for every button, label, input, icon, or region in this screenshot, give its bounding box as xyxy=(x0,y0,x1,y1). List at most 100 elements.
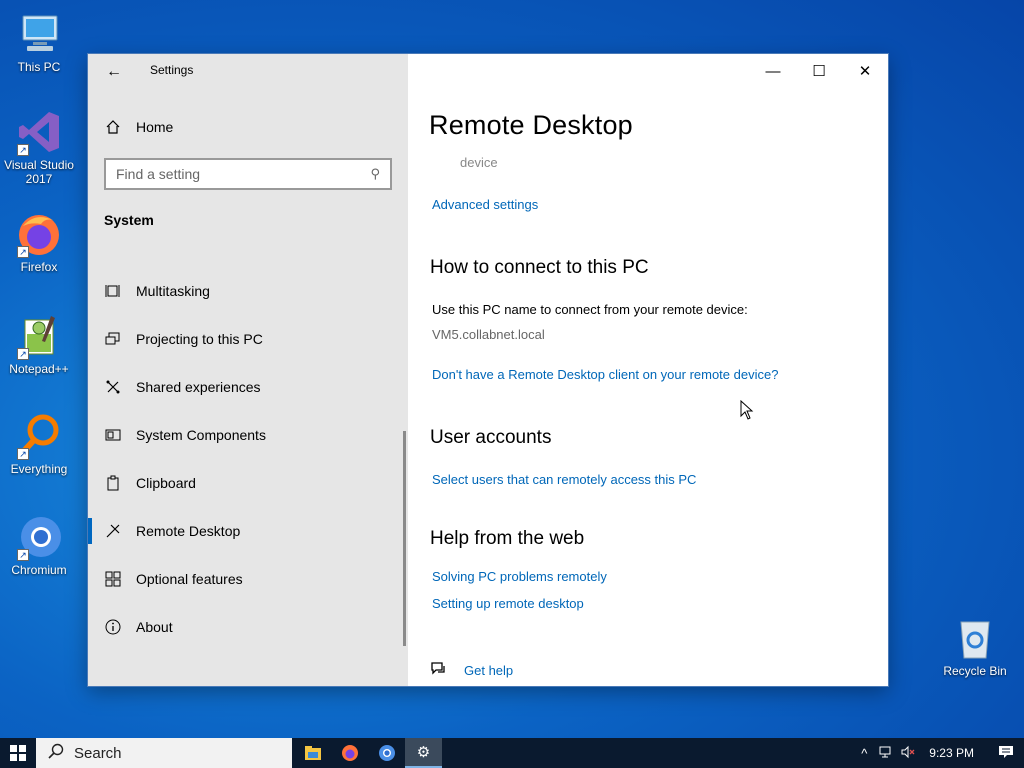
desktop-icon-recycle-bin[interactable]: Recycle Bin xyxy=(937,614,1013,678)
shortcut-arrow-icon: ↗ xyxy=(17,448,29,460)
remote-desktop-icon xyxy=(104,522,122,540)
minimize-button[interactable]: — xyxy=(750,56,796,86)
sidebar-item-label: Clipboard xyxy=(136,475,196,491)
nav-home-label: Home xyxy=(136,119,174,135)
network-icon[interactable] xyxy=(875,745,897,762)
sidebar-item-label: Projecting to this PC xyxy=(136,331,263,347)
selected-indicator xyxy=(88,518,92,544)
desktop-icon-chromium[interactable]: ↗ Chromium xyxy=(1,513,77,577)
taskbar-firefox[interactable] xyxy=(331,738,368,768)
settings-search-input[interactable]: Find a setting ⚲ xyxy=(104,158,392,190)
pc-name: VM5.collabnet.local xyxy=(432,327,545,342)
faded-text: device xyxy=(460,155,498,170)
taskbar: Search ⚙ ^ 9:23 PM xyxy=(0,738,1024,768)
desktop-icon-visual-studio[interactable]: ↗ Visual Studio 2017 xyxy=(1,108,77,186)
taskbar-chromium[interactable] xyxy=(368,738,405,768)
search-icon xyxy=(48,743,64,763)
connect-instruction: Use this PC name to connect from your re… xyxy=(432,302,748,317)
chevron-up-icon[interactable]: ^ xyxy=(853,746,875,761)
search-placeholder: Find a setting xyxy=(116,166,201,182)
sidebar-scrollbar[interactable] xyxy=(403,431,406,646)
desktop-icon-label: Everything xyxy=(10,462,68,476)
sidebar-item-label: System Components xyxy=(136,427,266,443)
visual-studio-icon: ↗ xyxy=(15,108,63,156)
sidebar-item-label: Remote Desktop xyxy=(136,523,241,539)
desktop-icon-notepad-plus-plus[interactable]: ↗ Notepad++ xyxy=(1,312,77,376)
select-users-link[interactable]: Select users that can remotely access th… xyxy=(432,472,696,487)
close-button[interactable]: ✕ xyxy=(842,56,888,86)
sidebar-item-label: Optional features xyxy=(136,571,243,587)
desktop-icon-label: Firefox xyxy=(20,260,58,274)
system-tray: ^ 9:23 PM xyxy=(853,738,1024,768)
get-help-icon xyxy=(430,661,450,679)
sidebar-item-remote-desktop[interactable]: Remote Desktop xyxy=(104,521,240,541)
desktop-icon-everything[interactable]: ↗ Everything xyxy=(1,412,77,476)
maximize-icon: ☐ xyxy=(812,63,826,80)
shortcut-arrow-icon: ↗ xyxy=(17,144,29,156)
help-heading: Help from the web xyxy=(430,528,585,549)
shared-experiences-icon xyxy=(104,378,122,396)
taskbar-settings[interactable]: ⚙ xyxy=(405,738,442,768)
start-button[interactable] xyxy=(0,738,36,768)
action-center-icon[interactable] xyxy=(988,745,1024,762)
taskbar-search-label: Search xyxy=(74,744,122,762)
main-content: — ☐ ✕ Remote Desktop device Advanced set… xyxy=(408,54,888,686)
clipboard-icon xyxy=(104,474,122,492)
get-help-link[interactable]: Get help xyxy=(464,663,513,678)
sidebar-item-multitasking[interactable]: Multitasking xyxy=(104,281,210,301)
chromium-icon xyxy=(378,745,395,761)
minimize-icon: — xyxy=(765,62,781,80)
home-icon xyxy=(104,118,122,136)
mouse-cursor-icon xyxy=(740,399,754,420)
projecting-icon xyxy=(104,330,122,348)
sidebar-item-clipboard[interactable]: Clipboard xyxy=(104,473,196,493)
windows-logo-icon xyxy=(10,745,26,761)
desktop-icon-label: This PC xyxy=(17,60,61,74)
taskbar-search[interactable]: Search xyxy=(36,738,292,768)
shortcut-arrow-icon: ↗ xyxy=(17,246,29,258)
maximize-button[interactable]: ☐ xyxy=(796,56,842,86)
system-components-icon xyxy=(104,426,122,444)
sidebar-item-optional-features[interactable]: Optional features xyxy=(104,569,243,589)
nav-home[interactable]: Home xyxy=(104,117,173,137)
desktop-icon-this-pc[interactable]: This PC xyxy=(1,10,77,74)
connect-heading: How to connect to this PC xyxy=(430,257,649,278)
sidebar: ← Settings Home Find a setting ⚲ System … xyxy=(88,54,408,686)
sidebar-item-shared-experiences[interactable]: Shared experiences xyxy=(104,377,261,397)
desktop-icon-label: Notepad++ xyxy=(9,362,69,376)
sidebar-item-system-components[interactable]: System Components xyxy=(104,425,266,445)
desktop-icon-label: Visual Studio 2017 xyxy=(4,158,74,186)
back-arrow-icon: ← xyxy=(106,63,122,80)
recycle-bin-icon xyxy=(951,614,999,662)
app-title: Settings xyxy=(150,63,194,77)
file-explorer-icon xyxy=(304,746,321,760)
firefox-icon xyxy=(341,745,358,761)
sidebar-item-label: Shared experiences xyxy=(136,379,261,395)
optional-features-icon xyxy=(104,570,122,588)
help-link-setting-up[interactable]: Setting up remote desktop xyxy=(432,596,584,611)
sidebar-item-label: Multitasking xyxy=(136,283,210,299)
desktop-icon-firefox[interactable]: ↗ Firefox xyxy=(1,210,77,274)
about-icon xyxy=(104,618,122,636)
this-pc-icon xyxy=(15,10,63,58)
notepad-plus-plus-icon: ↗ xyxy=(15,312,63,360)
sidebar-item-about[interactable]: About xyxy=(104,617,173,637)
volume-muted-icon[interactable] xyxy=(897,745,919,762)
help-link-solving-problems[interactable]: Solving PC problems remotely xyxy=(432,569,607,584)
remote-client-link[interactable]: Don't have a Remote Desktop client on yo… xyxy=(432,367,778,382)
shortcut-arrow-icon: ↗ xyxy=(17,549,29,561)
back-button[interactable]: ← xyxy=(102,60,126,84)
desktop-icon-label: Chromium xyxy=(11,563,67,577)
sidebar-item-label: About xyxy=(136,619,173,635)
desktop-icon-label: Recycle Bin xyxy=(943,664,1007,678)
everything-icon: ↗ xyxy=(15,412,63,460)
sidebar-item-projecting[interactable]: Projecting to this PC xyxy=(104,329,263,349)
multitasking-icon xyxy=(104,282,122,300)
user-accounts-heading: User accounts xyxy=(430,427,552,448)
firefox-icon: ↗ xyxy=(15,210,63,258)
clock[interactable]: 9:23 PM xyxy=(919,746,988,760)
search-icon[interactable]: ⚲ xyxy=(370,166,380,182)
advanced-settings-link[interactable]: Advanced settings xyxy=(432,197,538,212)
taskbar-file-explorer[interactable] xyxy=(294,738,331,768)
shortcut-arrow-icon: ↗ xyxy=(17,348,29,360)
